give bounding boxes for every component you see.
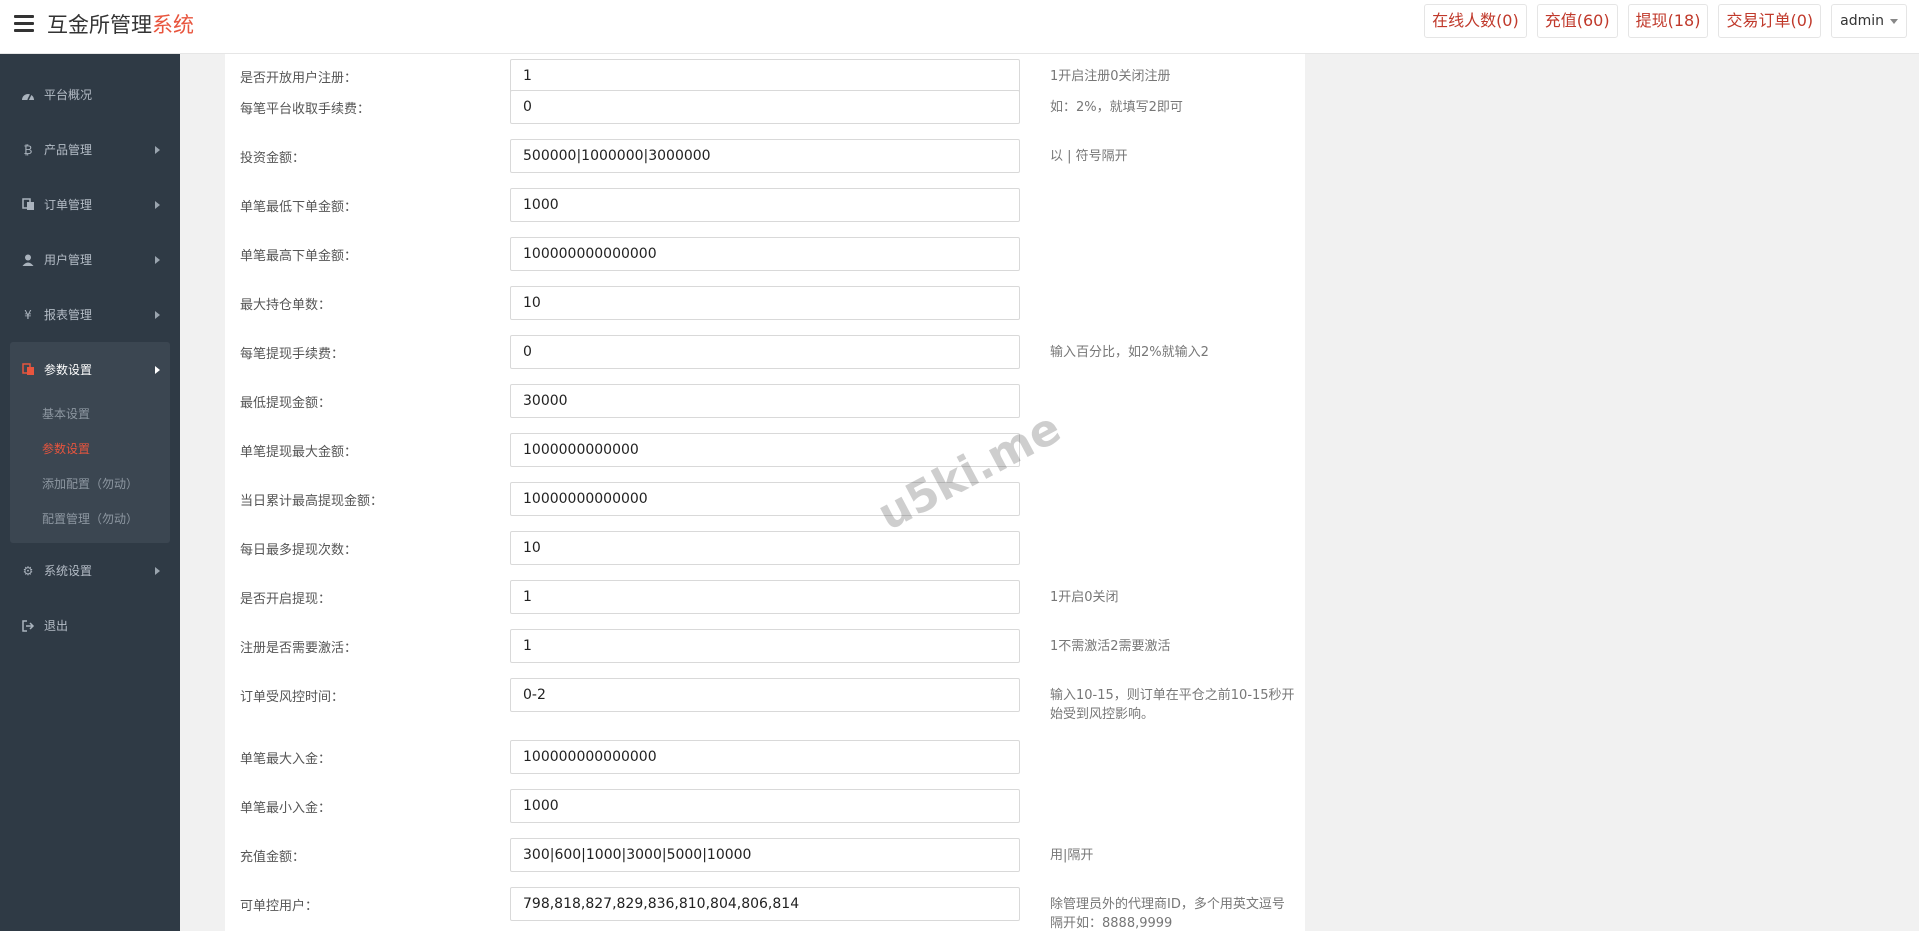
sidebar-item-overview[interactable]: 平台概况 xyxy=(0,67,180,122)
sidebar-item-system-settings[interactable]: ⚙ 系统设置 xyxy=(0,543,180,598)
copy-icon xyxy=(20,198,36,212)
field-hint: 除管理员外的代理商ID，多个用英文逗号隔开如：8888,9999 xyxy=(1050,897,1285,931)
app-title-accent: 系统 xyxy=(152,13,194,37)
min-order-amount-input[interactable] xyxy=(510,188,1020,222)
field-hint: 用|隔开 xyxy=(1050,848,1094,863)
field-label: 订单受风控时间： xyxy=(240,690,345,705)
risk-control-time-input[interactable] xyxy=(510,678,1020,712)
field-label: 是否开启提现： xyxy=(240,592,332,607)
sidebar-item-label: 平台概况 xyxy=(44,88,93,102)
sidebar-item-reports[interactable]: ¥ 报表管理 xyxy=(0,287,180,342)
dashboard-icon xyxy=(20,88,36,102)
header-actions: 在线人数(0) 充值(60) 提现(18) 交易订单(0) admin xyxy=(1424,4,1907,38)
field-label: 充值金额： xyxy=(240,850,306,865)
sidebar-subitem-config-manage[interactable]: 配置管理（勿动） xyxy=(10,502,170,537)
field-label: 每日最多提现次数： xyxy=(240,543,358,558)
investment-amount-input[interactable] xyxy=(510,139,1020,173)
sidebar-group-params: 参数设置 基本设置 参数设置 添加配置（勿动） 配置管理（勿动） xyxy=(10,342,170,543)
field-hint: 1开启0关闭 xyxy=(1050,590,1119,605)
field-hint: 输入百分比，如2%就输入2 xyxy=(1050,345,1209,360)
field-label: 当日累计最高提现金额： xyxy=(240,494,384,509)
daily-withdraw-count-input[interactable] xyxy=(510,531,1020,565)
field-label: 单笔最大入金： xyxy=(240,752,332,767)
field-hint: 如：2%，就填写2即可 xyxy=(1050,100,1183,115)
enable-withdraw-input[interactable] xyxy=(510,580,1020,614)
registration-activation-input[interactable] xyxy=(510,629,1020,663)
platform-fee-input[interactable] xyxy=(510,90,1020,124)
chevron-right-icon xyxy=(155,201,160,209)
chevron-right-icon xyxy=(155,567,160,575)
recharge-amount-input[interactable] xyxy=(510,838,1020,872)
bitcoin-icon: ₿ xyxy=(23,142,33,157)
settings-form-panel: 是否开放用户注册： 1开启注册0关闭注册 每笔平台收取手续费： 如：2%，就填写… xyxy=(225,54,1305,931)
files-icon xyxy=(20,363,36,377)
withdraw-fee-input[interactable] xyxy=(510,335,1020,369)
chevron-right-icon xyxy=(155,311,160,319)
daily-max-withdraw-input[interactable] xyxy=(510,482,1020,516)
field-hint: 以 | 符号隔开 xyxy=(1050,149,1128,164)
sidebar-item-label: 订单管理 xyxy=(44,198,93,212)
open-registration-input[interactable] xyxy=(510,59,1020,93)
field-label: 每笔平台收取手续费： xyxy=(240,102,371,117)
sidebar-item-label: 报表管理 xyxy=(44,308,93,322)
sidebar-item-params[interactable]: 参数设置 xyxy=(10,342,170,397)
field-hint: 输入10-15，则订单在平仓之前10-15秒开始受到风控影响。 xyxy=(1050,688,1295,722)
withdraw-button[interactable]: 提现(18) xyxy=(1627,4,1709,38)
sidebar-item-logout[interactable]: 退出 xyxy=(0,598,180,653)
user-icon xyxy=(20,253,36,267)
field-label: 最大持仓单数： xyxy=(240,298,332,313)
sidebar-item-label: 产品管理 xyxy=(44,143,93,157)
sign-out-icon xyxy=(20,619,36,633)
user-menu[interactable]: admin xyxy=(1831,4,1907,38)
field-label: 每笔提现手续费： xyxy=(240,347,345,362)
trade-orders-button[interactable]: 交易订单(0) xyxy=(1718,4,1822,38)
field-label: 可单控用户： xyxy=(240,899,319,914)
chevron-right-icon xyxy=(155,366,160,374)
sidebar-item-label: 用户管理 xyxy=(44,253,93,267)
max-deposit-input[interactable] xyxy=(510,740,1020,774)
sidebar: 平台概况 ₿ 产品管理 订单管理 用户管理 ¥ 报表管理 参数设置 基本设置 参… xyxy=(0,54,180,931)
field-label: 注册是否需要激活： xyxy=(240,641,358,656)
max-single-withdraw-input[interactable] xyxy=(510,433,1020,467)
min-withdraw-input[interactable] xyxy=(510,384,1020,418)
sidebar-subitem-param-settings[interactable]: 参数设置 xyxy=(10,432,170,467)
chevron-right-icon xyxy=(155,146,160,154)
user-name: admin xyxy=(1840,13,1884,29)
top-bar: 互金所管理系统 在线人数(0) 充值(60) 提现(18) 交易订单(0) ad… xyxy=(0,0,1919,54)
chevron-right-icon xyxy=(155,256,160,264)
app-title: 互金所管理系统 xyxy=(47,10,194,40)
sidebar-item-label: 参数设置 xyxy=(44,363,93,377)
field-label: 投资金额： xyxy=(240,151,306,166)
sidebar-subitem-basic-settings[interactable]: 基本设置 xyxy=(10,397,170,432)
max-positions-input[interactable] xyxy=(510,286,1020,320)
max-order-amount-input[interactable] xyxy=(510,237,1020,271)
app-title-main: 互金所管理 xyxy=(47,13,152,37)
controllable-users-input[interactable] xyxy=(510,887,1020,921)
field-label: 最低提现金额： xyxy=(240,396,332,411)
sidebar-item-products[interactable]: ₿ 产品管理 xyxy=(0,122,180,177)
field-label: 单笔最低下单金额： xyxy=(240,200,358,215)
field-label: 单笔提现最大金额： xyxy=(240,445,358,460)
menu-toggle-icon[interactable] xyxy=(14,15,34,33)
online-users-button[interactable]: 在线人数(0) xyxy=(1424,4,1527,38)
sidebar-subitem-add-config[interactable]: 添加配置（勿动） xyxy=(10,467,170,502)
sidebar-item-label: 退出 xyxy=(44,619,69,633)
min-deposit-input[interactable] xyxy=(510,789,1020,823)
sidebar-item-label: 系统设置 xyxy=(44,564,93,578)
field-label: 是否开放用户注册： xyxy=(240,71,358,86)
chevron-down-icon xyxy=(1890,18,1898,24)
field-label: 单笔最高下单金额： xyxy=(240,249,358,264)
gears-icon: ⚙ xyxy=(22,563,34,578)
sidebar-item-orders[interactable]: 订单管理 xyxy=(0,177,180,232)
yen-icon: ¥ xyxy=(24,307,32,322)
recharge-button[interactable]: 充值(60) xyxy=(1536,4,1618,38)
field-label: 单笔最小入金： xyxy=(240,801,332,816)
field-hint: 1开启注册0关闭注册 xyxy=(1050,69,1171,84)
sidebar-item-users[interactable]: 用户管理 xyxy=(0,232,180,287)
field-hint: 1不需激活2需要激活 xyxy=(1050,639,1171,654)
